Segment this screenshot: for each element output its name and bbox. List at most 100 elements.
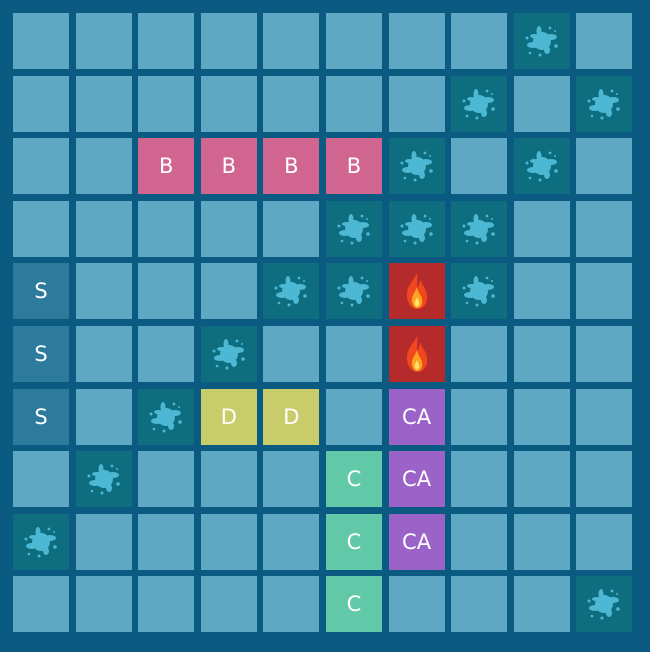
cell-water[interactable] bbox=[200, 13, 257, 69]
cell-miss[interactable] bbox=[200, 325, 257, 382]
cell-water[interactable] bbox=[576, 200, 633, 257]
cell-water[interactable] bbox=[13, 200, 69, 257]
cell-ship-ca[interactable]: CA bbox=[388, 513, 445, 570]
cell-water[interactable] bbox=[513, 451, 570, 508]
cell-water[interactable] bbox=[263, 13, 320, 69]
cell-ship-d[interactable]: D bbox=[200, 388, 257, 445]
cell-ship-s[interactable]: S bbox=[13, 388, 69, 445]
cell-ship-s[interactable]: S bbox=[13, 263, 69, 320]
cell-water[interactable] bbox=[75, 200, 132, 257]
cell-water[interactable] bbox=[138, 75, 195, 132]
cell-water[interactable] bbox=[263, 325, 320, 382]
cell-water[interactable] bbox=[513, 200, 570, 257]
cell-miss[interactable] bbox=[451, 200, 508, 257]
cell-water[interactable] bbox=[13, 138, 69, 195]
cell-water[interactable] bbox=[75, 576, 132, 633]
cell-ship-ca[interactable]: CA bbox=[388, 388, 445, 445]
cell-water[interactable] bbox=[138, 576, 195, 633]
cell-water[interactable] bbox=[513, 513, 570, 570]
cell-water[interactable] bbox=[75, 13, 132, 69]
cell-water[interactable] bbox=[325, 388, 382, 445]
cell-water[interactable] bbox=[451, 388, 508, 445]
cell-water[interactable] bbox=[200, 576, 257, 633]
cell-water[interactable] bbox=[388, 576, 445, 633]
cell-miss[interactable] bbox=[451, 263, 508, 320]
cell-water[interactable] bbox=[263, 451, 320, 508]
cell-water[interactable] bbox=[138, 513, 195, 570]
cell-water[interactable] bbox=[138, 451, 195, 508]
cell-water[interactable] bbox=[138, 200, 195, 257]
cell-water[interactable] bbox=[576, 138, 633, 195]
cell-water[interactable] bbox=[325, 75, 382, 132]
cell-water[interactable] bbox=[75, 325, 132, 382]
cell-water[interactable] bbox=[75, 138, 132, 195]
cell-water[interactable] bbox=[200, 451, 257, 508]
cell-water[interactable] bbox=[200, 75, 257, 132]
cell-water[interactable] bbox=[75, 513, 132, 570]
cell-water[interactable] bbox=[13, 451, 69, 508]
cell-miss[interactable] bbox=[513, 138, 570, 195]
cell-water[interactable] bbox=[13, 576, 69, 633]
cell-miss[interactable] bbox=[325, 200, 382, 257]
cell-water[interactable] bbox=[13, 13, 69, 69]
cell-ship-c[interactable]: C bbox=[325, 451, 382, 508]
cell-water[interactable] bbox=[513, 388, 570, 445]
cell-ship-ca[interactable]: CA bbox=[388, 451, 445, 508]
cell-water[interactable] bbox=[513, 576, 570, 633]
cell-water[interactable] bbox=[576, 263, 633, 320]
cell-water[interactable] bbox=[513, 263, 570, 320]
cell-water[interactable] bbox=[75, 263, 132, 320]
cell-ship-d[interactable]: D bbox=[263, 388, 320, 445]
cell-water[interactable] bbox=[200, 263, 257, 320]
cell-water[interactable] bbox=[200, 200, 257, 257]
cell-hit[interactable] bbox=[388, 263, 445, 320]
cell-ship-b[interactable]: B bbox=[200, 138, 257, 195]
cell-miss[interactable] bbox=[451, 75, 508, 132]
cell-water[interactable] bbox=[451, 513, 508, 570]
cell-water[interactable] bbox=[576, 325, 633, 382]
cell-water[interactable] bbox=[263, 75, 320, 132]
cell-water[interactable] bbox=[576, 451, 633, 508]
cell-water[interactable] bbox=[325, 325, 382, 382]
cell-water[interactable] bbox=[576, 388, 633, 445]
cell-water[interactable] bbox=[451, 451, 508, 508]
cell-water[interactable] bbox=[263, 576, 320, 633]
cell-water[interactable] bbox=[263, 200, 320, 257]
cell-water[interactable] bbox=[451, 138, 508, 195]
cell-miss[interactable] bbox=[388, 200, 445, 257]
cell-water[interactable] bbox=[13, 75, 69, 132]
cell-water[interactable] bbox=[138, 13, 195, 69]
cell-miss[interactable] bbox=[263, 263, 320, 320]
cell-ship-b[interactable]: B bbox=[325, 138, 382, 195]
cell-miss[interactable] bbox=[576, 576, 633, 633]
cell-miss[interactable] bbox=[513, 13, 570, 69]
cell-water[interactable] bbox=[75, 75, 132, 132]
cell-ship-c[interactable]: C bbox=[325, 576, 382, 633]
cell-water[interactable] bbox=[388, 13, 445, 69]
cell-miss[interactable] bbox=[576, 75, 633, 132]
cell-water[interactable] bbox=[451, 325, 508, 382]
cell-water[interactable] bbox=[388, 75, 445, 132]
cell-water[interactable] bbox=[325, 13, 382, 69]
cell-water[interactable] bbox=[576, 13, 633, 69]
cell-miss[interactable] bbox=[75, 451, 132, 508]
cell-water[interactable] bbox=[138, 263, 195, 320]
cell-miss[interactable] bbox=[325, 263, 382, 320]
cell-ship-c[interactable]: C bbox=[325, 513, 382, 570]
cell-ship-s[interactable]: S bbox=[13, 325, 69, 382]
cell-water[interactable] bbox=[138, 325, 195, 382]
cell-water[interactable] bbox=[75, 388, 132, 445]
cell-water[interactable] bbox=[513, 75, 570, 132]
cell-miss[interactable] bbox=[388, 138, 445, 195]
cell-water[interactable] bbox=[451, 13, 508, 69]
cell-miss[interactable] bbox=[13, 513, 69, 570]
cell-water[interactable] bbox=[263, 513, 320, 570]
cell-water[interactable] bbox=[513, 325, 570, 382]
cell-ship-b[interactable]: B bbox=[138, 138, 195, 195]
cell-hit[interactable] bbox=[388, 325, 445, 382]
cell-miss[interactable] bbox=[138, 388, 195, 445]
cell-water[interactable] bbox=[576, 513, 633, 570]
cell-water[interactable] bbox=[200, 513, 257, 570]
cell-water[interactable] bbox=[451, 576, 508, 633]
cell-ship-b[interactable]: B bbox=[263, 138, 320, 195]
